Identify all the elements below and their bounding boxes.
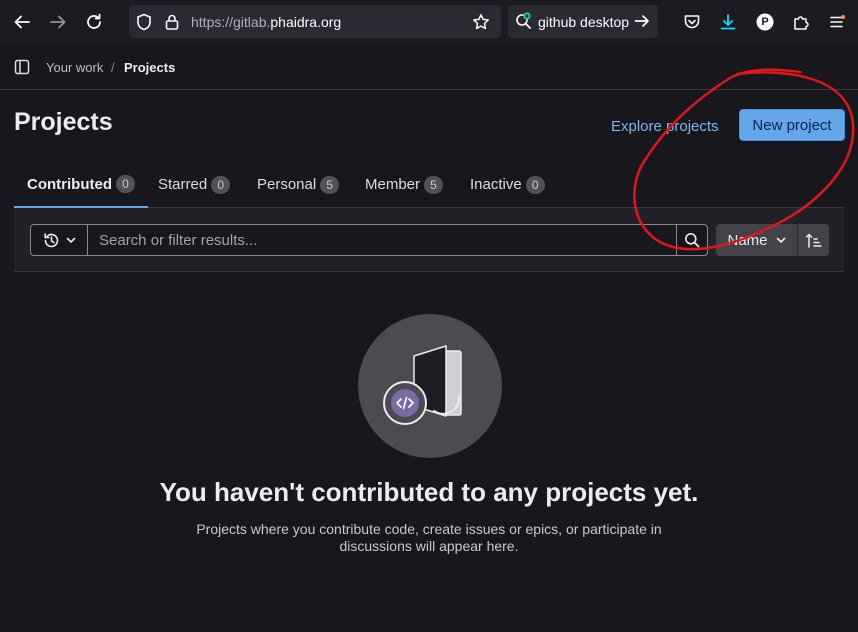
gitlab-app: Your work / Projects Projects Explore pr…: [0, 44, 858, 632]
sort-label: Name: [727, 231, 768, 249]
reload-icon[interactable]: [84, 12, 104, 32]
back-icon[interactable]: [12, 12, 32, 32]
explore-projects-link[interactable]: Explore projects: [611, 118, 719, 135]
profile-letter: P: [761, 16, 769, 28]
tab-label: Contributed: [27, 175, 112, 193]
chevron-down-icon: [776, 237, 785, 243]
go-arrow-icon[interactable]: [632, 11, 652, 31]
count-badge: 0: [211, 175, 231, 194]
tab-starred[interactable]: Starred 0: [158, 162, 231, 207]
tab-label: Starred: [158, 176, 208, 193]
empty-projects-illustration: [358, 314, 502, 458]
count-badge: 5: [424, 175, 444, 194]
tab-contributed[interactable]: Contributed 0: [14, 162, 148, 208]
downloads-icon[interactable]: [718, 12, 738, 32]
breadcrumb-bar: Your work / Projects: [0, 44, 858, 90]
star-icon[interactable]: [471, 12, 491, 32]
breadcrumb-your-work[interactable]: Your work: [46, 60, 103, 75]
breadcrumb-projects[interactable]: Projects: [124, 60, 175, 75]
new-project-button[interactable]: New project: [739, 109, 845, 141]
pocket-icon[interactable]: [682, 12, 702, 32]
filter-bar: Name: [14, 208, 844, 272]
search-icon: [685, 233, 700, 248]
extensions-icon[interactable]: [791, 12, 811, 32]
history-icon: [43, 232, 58, 247]
search-button[interactable]: [676, 224, 708, 256]
tab-inactive[interactable]: Inactive 0: [470, 162, 545, 207]
breadcrumb-separator: /: [111, 60, 115, 75]
page-title: Projects: [14, 108, 113, 136]
count-badge: 5: [320, 175, 340, 194]
url-prefix: https://gitlab.: [191, 14, 271, 30]
menu-icon[interactable]: [827, 12, 847, 32]
sort-direction-button[interactable]: [797, 224, 829, 256]
url-text[interactable]: https://gitlab.phaidra.org: [191, 14, 341, 30]
address-bar[interactable]: https://gitlab.phaidra.org: [129, 5, 501, 38]
recent-searches-button[interactable]: [30, 224, 88, 256]
url-host: phaidra.org: [270, 14, 342, 30]
profile-avatar[interactable]: P: [755, 12, 775, 32]
tab-personal[interactable]: Personal 5: [257, 162, 340, 207]
sidebar-toggle-icon[interactable]: [12, 57, 32, 77]
tab-member[interactable]: Member 5: [365, 162, 444, 207]
sort-dropdown[interactable]: Name: [716, 224, 797, 256]
tab-label: Member: [365, 176, 421, 193]
empty-state-description: Projects where you contribute code, crea…: [196, 521, 662, 554]
search-query: github desktop: [538, 14, 630, 30]
tab-label: Personal: [257, 176, 317, 193]
project-tabs: Contributed 0 Starred 0 Personal 5 Membe…: [14, 162, 844, 208]
browser-toolbar: https://gitlab.phaidra.org github deskto…: [0, 0, 858, 44]
search-engine-icon: [514, 11, 534, 31]
count-badge: 0: [525, 175, 545, 194]
forward-icon[interactable]: [48, 12, 68, 32]
shield-icon[interactable]: [134, 12, 154, 32]
sort-ascending-icon: [805, 233, 822, 248]
empty-state-title: You haven't contributed to any projects …: [159, 477, 699, 507]
lock-icon[interactable]: [162, 12, 182, 32]
count-badge: 0: [115, 175, 135, 193]
search-input[interactable]: [87, 224, 677, 256]
search-suggestion-bar[interactable]: github desktop: [508, 5, 658, 38]
tab-label: Inactive: [470, 176, 522, 193]
chevron-down-icon: [66, 237, 75, 243]
